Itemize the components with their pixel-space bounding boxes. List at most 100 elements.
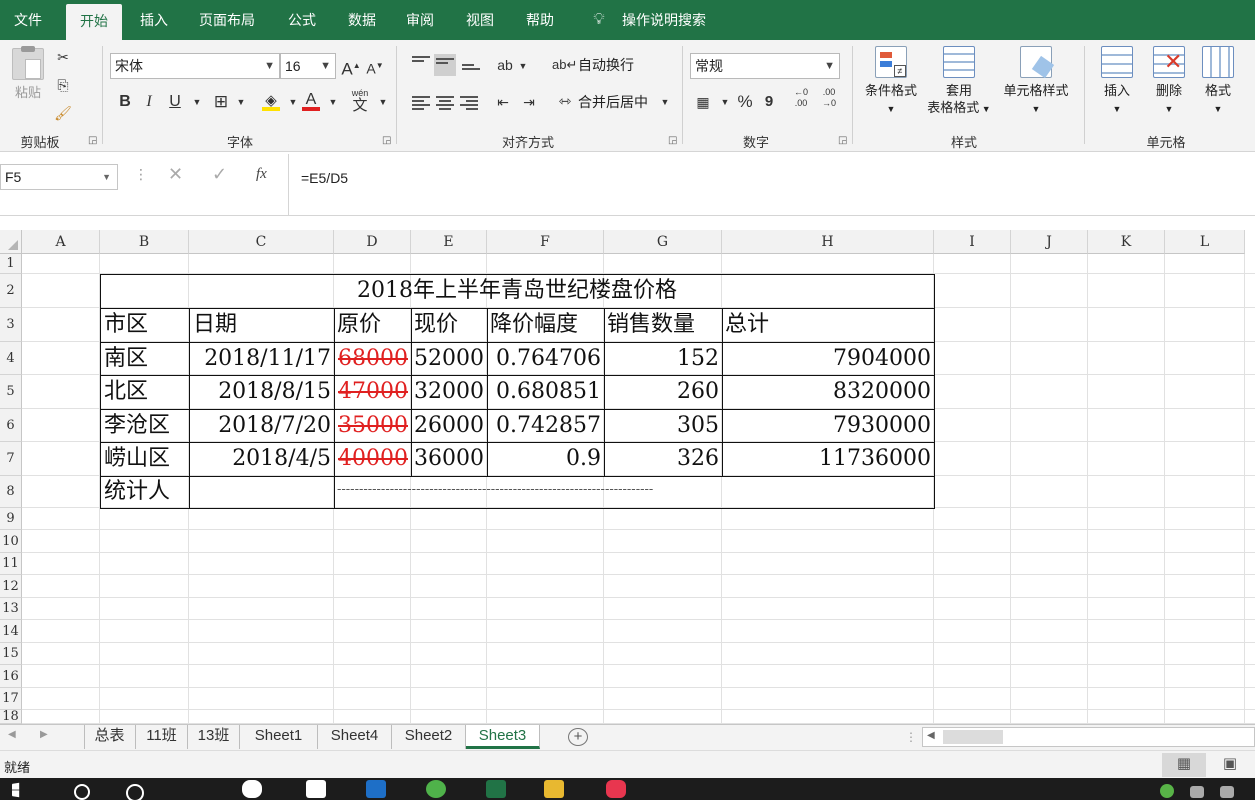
row-header-8[interactable]: 8 (0, 476, 22, 508)
cell-total[interactable]: 7904000 (722, 342, 934, 375)
align-top-icon[interactable] (412, 56, 430, 70)
number-format-select[interactable]: 常规 ▼ (690, 53, 840, 79)
tab-view[interactable]: 视图 (452, 0, 508, 40)
align-right-icon[interactable] (460, 96, 478, 110)
number-launcher-icon[interactable]: ◲ (838, 135, 847, 146)
windows-start-icon[interactable] (12, 782, 20, 798)
cell-total[interactable]: 8320000 (722, 375, 934, 409)
cell-current-price[interactable]: 32000 (411, 375, 487, 409)
grow-font-button[interactable]: A▲ (340, 55, 362, 79)
browser-icon[interactable] (426, 780, 446, 798)
chevron-down-icon[interactable]: ▼ (230, 91, 252, 113)
insert-function-icon[interactable]: fx (256, 166, 267, 183)
cancel-icon[interactable]: ✕ (168, 164, 183, 185)
chevron-down-icon[interactable]: ▼ (512, 55, 534, 77)
wrap-text-button[interactable]: 自动换行 (578, 54, 634, 76)
border-icon[interactable]: ⊞ (210, 91, 232, 113)
underline-button[interactable]: U (164, 91, 186, 113)
cell-styles-button[interactable]: 单元格样式 ▼ (998, 46, 1074, 118)
merge-center-button[interactable]: 合并后居中 (578, 91, 648, 113)
column-header-l[interactable]: L (1165, 230, 1245, 254)
enter-icon[interactable]: ✓ (212, 164, 227, 185)
font-size-select[interactable]: 16 ▼ (280, 53, 336, 79)
cell-total[interactable]: 11736000 (722, 442, 934, 476)
fill-color-icon[interactable]: ◈ (260, 89, 282, 111)
cell-district[interactable]: 北区 (101, 375, 189, 409)
chevron-down-icon[interactable]: ▼ (186, 91, 208, 113)
scroll-left-icon[interactable]: ◀ (8, 729, 16, 740)
cell-date[interactable]: 2018/7/20 (189, 409, 334, 442)
format-painter-icon[interactable]: 🖌︎ (52, 102, 74, 124)
accounting-format-icon[interactable]: ▦ (692, 91, 714, 113)
column-header-h[interactable]: H (722, 230, 934, 254)
cell-date[interactable]: 2018/8/15 (189, 375, 334, 409)
normal-view-icon[interactable]: ▦ (1162, 753, 1206, 777)
excel-icon[interactable] (486, 780, 506, 798)
sheet-tab-总表[interactable]: 总表 (84, 725, 136, 749)
row-header-17[interactable]: 17 (0, 688, 22, 710)
cell-drop-ratio[interactable]: 0.9 (487, 442, 604, 476)
font-launcher-icon[interactable]: ◲ (382, 135, 391, 146)
row-header-13[interactable]: 13 (0, 598, 22, 620)
sheet-tab-sheet2[interactable]: Sheet2 (392, 725, 466, 749)
italic-button[interactable]: I (138, 91, 160, 113)
phonetic-guide-icon[interactable]: wén 文 (348, 85, 372, 115)
page-layout-view-icon[interactable]: ▣ (1212, 753, 1248, 777)
cell-date[interactable]: 2018/4/5 (189, 442, 334, 476)
conditional-format-button[interactable]: ≠ 条件格式 ▼ (858, 46, 924, 118)
cell-orig-price[interactable]: 68000 (334, 342, 411, 375)
insert-cells-button[interactable]: 插入 ▼ (1094, 46, 1140, 118)
tab-file[interactable]: 文件 (0, 0, 56, 40)
horizontal-scrollbar[interactable]: ◀ (922, 727, 1255, 747)
row-header-14[interactable]: 14 (0, 620, 22, 643)
column-header-j[interactable]: J (1011, 230, 1088, 254)
cell-district[interactable]: 南区 (101, 342, 189, 375)
cell-orig-price[interactable]: 40000 (334, 442, 411, 476)
network-icon[interactable] (1190, 786, 1204, 798)
alignment-launcher-icon[interactable]: ◲ (668, 135, 677, 146)
scroll-right-icon[interactable]: ▶ (40, 729, 48, 740)
row-header-6[interactable]: 6 (0, 409, 22, 442)
row-header-12[interactable]: 12 (0, 575, 22, 598)
column-header-f[interactable]: F (487, 230, 604, 254)
delete-cells-button[interactable]: ✕ 删除 ▼ (1146, 46, 1192, 118)
tab-formulas[interactable]: 公式 (274, 0, 330, 40)
row-header-4[interactable]: 4 (0, 342, 22, 375)
percent-style-button[interactable]: % (734, 91, 756, 113)
cell-drop-ratio[interactable]: 0.680851 (487, 375, 604, 409)
increase-decimal-icon[interactable]: ←0.00 (790, 87, 812, 109)
tab-help[interactable]: 帮助 (512, 0, 568, 40)
copy-icon[interactable]: ⎘ (52, 74, 74, 96)
row-header-3[interactable]: 3 (0, 308, 22, 342)
app-icon[interactable] (242, 780, 262, 798)
sheet-tab-11班[interactable]: 11班 (136, 725, 188, 749)
volume-icon[interactable] (1220, 786, 1234, 798)
align-left-icon[interactable] (412, 96, 430, 110)
comma-style-button[interactable]: 9 (758, 91, 780, 113)
font-color-icon[interactable]: A (300, 89, 322, 111)
tab-insert[interactable]: 插入 (126, 0, 182, 40)
column-header-k[interactable]: K (1088, 230, 1165, 254)
row-header-9[interactable]: 9 (0, 508, 22, 530)
row-header-16[interactable]: 16 (0, 665, 22, 688)
column-header-d[interactable]: D (334, 230, 411, 254)
tab-review[interactable]: 审阅 (392, 0, 448, 40)
column-header-b[interactable]: B (100, 230, 189, 254)
paste-button[interactable]: 粘贴 (8, 46, 48, 101)
bold-button[interactable]: B (114, 91, 136, 113)
cell-quantity[interactable]: 326 (604, 442, 722, 476)
tell-me-search[interactable]: 操作说明搜索 (616, 0, 712, 40)
sheet-tab-sheet4[interactable]: Sheet4 (318, 725, 392, 749)
column-header-i[interactable]: I (934, 230, 1011, 254)
cut-icon[interactable]: ✂ (52, 46, 74, 68)
column-header-a[interactable]: A (22, 230, 100, 254)
row-header-7[interactable]: 7 (0, 442, 22, 476)
chevron-down-icon[interactable]: ▼ (654, 91, 676, 113)
folder-icon[interactable] (544, 780, 564, 798)
tray-icon[interactable] (1160, 784, 1174, 798)
cell-date[interactable]: 2018/11/17 (189, 342, 334, 375)
cell-quantity[interactable]: 305 (604, 409, 722, 442)
row-header-11[interactable]: 11 (0, 553, 22, 575)
app-icon[interactable] (606, 780, 626, 798)
align-center-icon[interactable] (436, 96, 454, 110)
